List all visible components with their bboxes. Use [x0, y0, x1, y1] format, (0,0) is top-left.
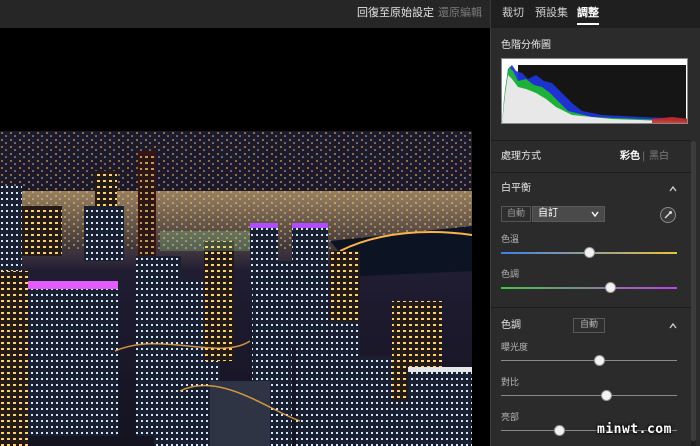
contrast-label: 對比	[501, 378, 520, 388]
tint-track[interactable]	[501, 287, 677, 289]
tone-title: 色調	[501, 320, 521, 331]
tint-slider-thumb[interactable]	[604, 282, 616, 293]
eyedropper-icon	[664, 211, 672, 219]
tone-auto-button[interactable]: 自動	[573, 318, 605, 333]
mode-color-option[interactable]: 彩色	[620, 151, 640, 163]
night-city-photo	[0, 131, 472, 446]
watermark-text: minwt.com	[597, 422, 672, 437]
tab-presets[interactable]: 預設集	[535, 6, 568, 20]
chevron-up-icon[interactable]	[669, 185, 677, 193]
chevron-down-icon	[591, 211, 599, 217]
editor-area: 回復至原始設定 還原編輯	[0, 0, 490, 446]
tab-crop[interactable]: 裁切	[502, 6, 524, 20]
site-watermark: minwt.com	[597, 422, 700, 446]
exposure-slider-thumb[interactable]	[594, 355, 606, 366]
highlights-slider-thumb[interactable]	[553, 425, 565, 436]
exposure-track[interactable]	[501, 360, 677, 361]
exposure-label: 曝光度	[501, 343, 529, 353]
temperature-slider-thumb[interactable]	[583, 247, 595, 258]
contrast-slider-thumb[interactable]	[601, 390, 613, 401]
histogram-title: 色階分佈圖	[501, 40, 551, 51]
temperature-label: 色溫	[501, 235, 520, 245]
photo-preview[interactable]	[0, 131, 472, 446]
wb-preset-value: 自訂	[538, 208, 558, 219]
highlights-label: 亮部	[501, 413, 520, 423]
panel-tabs: 裁切 預設集 調整	[491, 0, 700, 28]
mode-separator: |	[642, 151, 646, 162]
editor-top-bar: 回復至原始設定 還原編輯	[0, 0, 490, 28]
undo-edits-button[interactable]: 還原編輯	[438, 6, 482, 20]
tint-label: 色調	[501, 270, 520, 280]
processing-title: 處理方式	[501, 151, 541, 162]
tab-adjust[interactable]: 調整	[577, 6, 599, 25]
chevron-up-icon[interactable]	[669, 322, 677, 330]
white-balance-title: 白平衡	[501, 183, 531, 194]
adjust-panel: 裁切 預設集 調整 色階分佈圖 處理方式 彩色 | 黑白 白平衡 自動 自訂 色…	[490, 0, 700, 446]
wb-preset-select[interactable]: 自訂	[532, 206, 605, 222]
mode-bw-option[interactable]: 黑白	[649, 151, 669, 163]
divider	[491, 307, 691, 308]
eyedropper-button[interactable]	[660, 207, 676, 223]
divider	[491, 172, 691, 173]
contrast-track[interactable]	[501, 395, 677, 396]
histogram-graph	[502, 65, 687, 123]
panel-scrollbar-thumb[interactable]	[691, 141, 696, 441]
divider	[491, 140, 691, 141]
histogram	[501, 58, 688, 124]
revert-to-original-button[interactable]: 回復至原始設定	[357, 6, 434, 20]
wb-auto-button[interactable]: 自動	[501, 206, 531, 222]
